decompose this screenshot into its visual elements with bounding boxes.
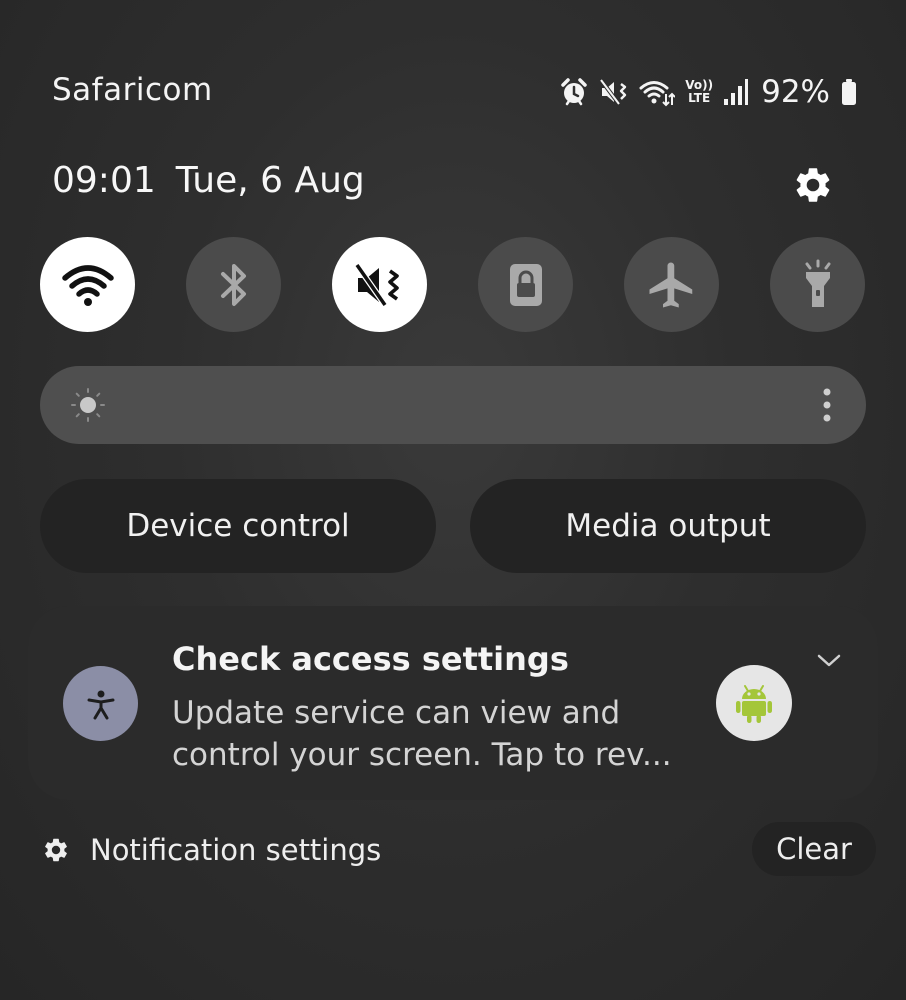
status-icons: Vo)) LTE 92%: [559, 72, 858, 112]
quick-settings-row: [40, 237, 866, 333]
flashlight-icon: [805, 259, 830, 307]
wifi-data-icon: [639, 77, 676, 107]
device-control-label: Device control: [126, 508, 350, 544]
quick-tile-flashlight[interactable]: [770, 237, 865, 332]
status-bar: Safaricom Vo)) LTE 92%: [0, 0, 906, 130]
quick-tile-bluetooth[interactable]: [186, 237, 281, 332]
quick-tile-secure-folder[interactable]: [478, 237, 573, 332]
quick-tile-sound-mode[interactable]: [332, 237, 427, 332]
volte-lte-icon: Vo)) LTE: [685, 79, 713, 105]
datetime: 09:01 Tue, 6 Aug: [52, 160, 365, 201]
lte-label: LTE: [688, 91, 711, 105]
device-control-button[interactable]: Device control: [40, 479, 436, 573]
battery-percent: 92%: [761, 74, 830, 110]
notification-settings-link[interactable]: Notification settings: [42, 828, 381, 872]
wifi-icon: [61, 264, 114, 306]
lock-icon: [509, 263, 542, 306]
quick-tile-airplane[interactable]: [624, 237, 719, 332]
more-options-icon[interactable]: [820, 386, 834, 424]
brightness-icon: [71, 388, 105, 422]
clock-date[interactable]: Tue, 6 Aug: [176, 160, 365, 201]
gear-icon: [45, 838, 67, 862]
carrier-name: Safaricom: [52, 72, 213, 108]
brightness-slider[interactable]: [40, 366, 866, 444]
android-app-badge: [716, 665, 792, 741]
airplane-icon: [649, 262, 692, 307]
media-output-label: Media output: [565, 508, 771, 544]
expand-button[interactable]: [814, 646, 844, 676]
android-icon: [736, 685, 772, 723]
battery-icon: [840, 78, 858, 106]
accessibility-icon: [87, 690, 114, 719]
accessibility-app-icon: [63, 666, 138, 741]
media-output-button[interactable]: Media output: [470, 479, 866, 573]
notification-card[interactable]: Check access settings Update service can…: [28, 606, 878, 800]
notification-settings-label: Notification settings: [90, 833, 382, 867]
clock-time[interactable]: 09:01: [52, 160, 156, 201]
quick-tile-wifi[interactable]: [40, 237, 135, 332]
chevron-down-icon: [817, 654, 841, 667]
alarm-icon: [559, 77, 589, 107]
bluetooth-icon: [220, 263, 246, 306]
clear-label: Clear: [776, 832, 852, 866]
clear-button[interactable]: Clear: [752, 822, 876, 876]
mute-vibrate-icon: [599, 77, 629, 107]
notification-body: Update service can view and control your…: [172, 695, 672, 773]
signal-icon: [723, 78, 749, 106]
notification-title: Check access settings: [172, 640, 569, 678]
gear-icon: [796, 168, 830, 202]
mute-icon: [354, 262, 399, 307]
settings-button[interactable]: [790, 162, 836, 208]
